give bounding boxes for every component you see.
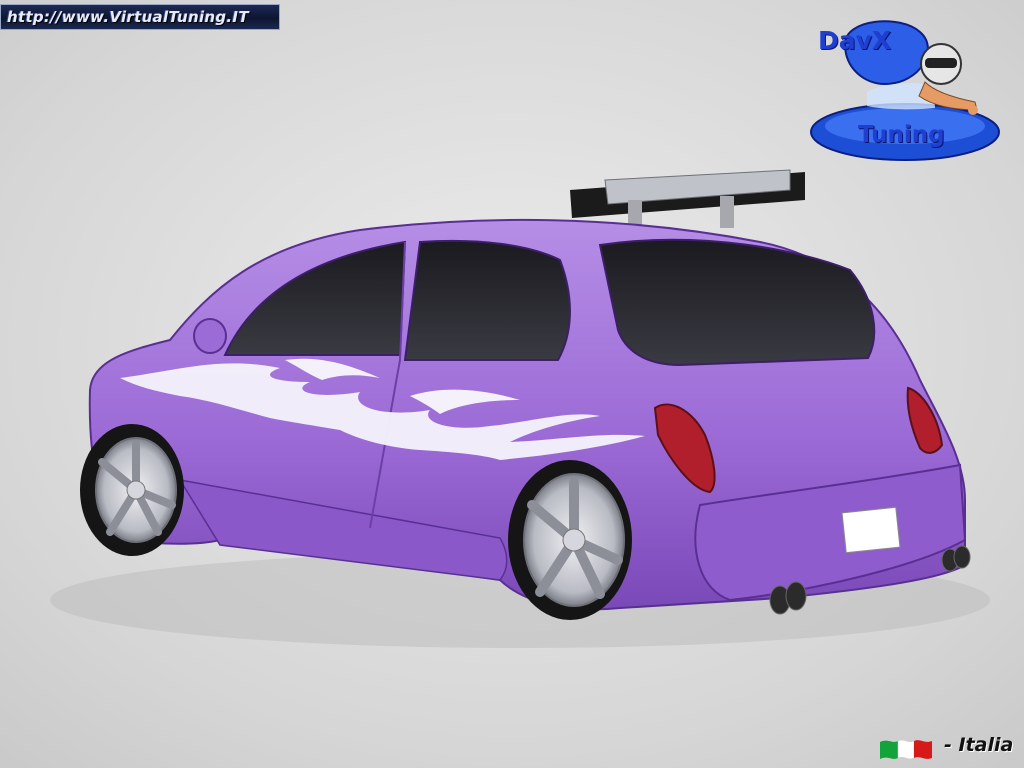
logo-bottom-text: Tuning xyxy=(858,122,945,148)
url-text: http://www.VirtualTuning.IT xyxy=(7,8,249,26)
logo-top-text: DavX xyxy=(818,26,892,55)
italian-flag-icon xyxy=(880,739,932,760)
side-window-rear xyxy=(403,239,571,361)
front-wheel xyxy=(80,424,184,556)
country-label: - Italia xyxy=(944,734,1014,756)
car-illustration xyxy=(80,169,971,620)
rear-wheel xyxy=(508,460,632,620)
wallpaper: http://www.VirtualTuning.IT DavX Tuning xyxy=(0,0,1024,768)
license-plate xyxy=(841,506,901,554)
rear-window xyxy=(598,238,876,367)
url-watermark: http://www.VirtualTuning.IT xyxy=(0,4,280,30)
